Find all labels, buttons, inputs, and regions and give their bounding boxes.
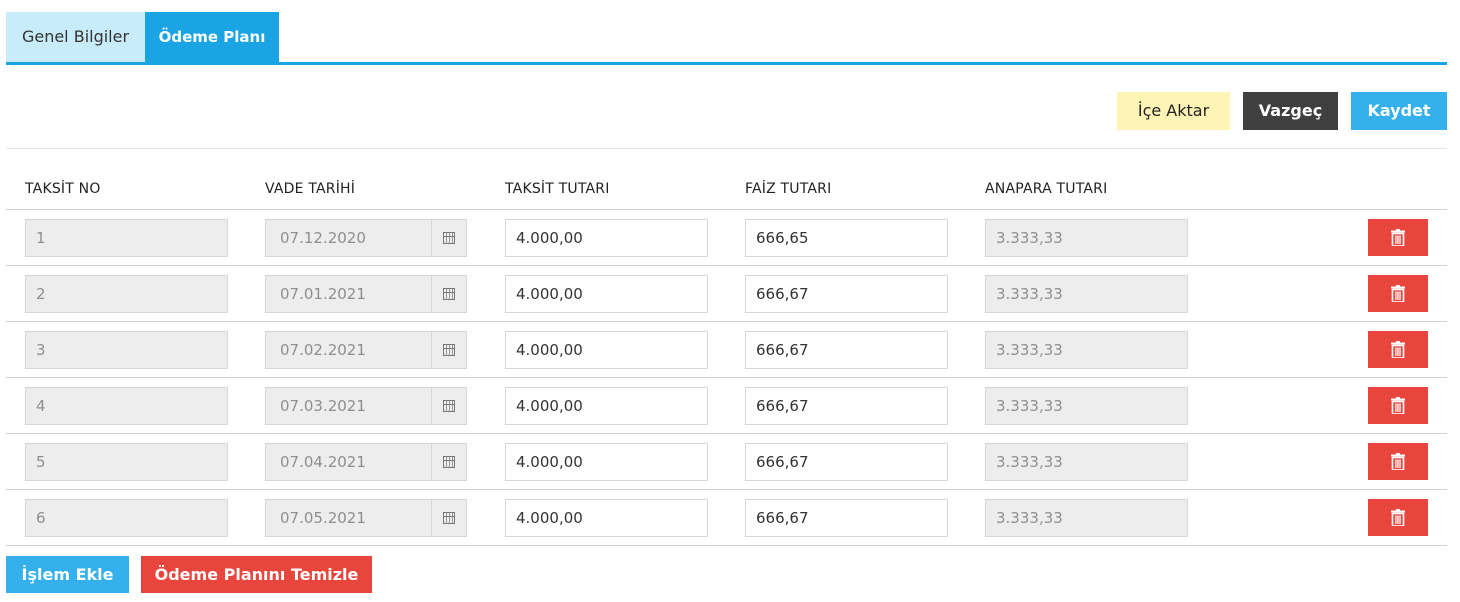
faiz-tutari-input[interactable]: 666,67 [745,331,948,369]
save-button[interactable]: Kaydet [1351,92,1447,130]
date-picker-button[interactable] [431,275,467,313]
date-picker-button[interactable] [431,443,467,481]
vade-tarihi-field[interactable]: 07.04.2021 [265,443,432,481]
anapara-tutari-field: 3.333,33 [985,219,1188,257]
taksit-tutari-input[interactable]: 4.000,00 [505,331,708,369]
tab-bar: Genel Bilgiler Ödeme Planı [6,12,1447,66]
trash-icon [1391,397,1405,414]
table-row: 2 07.01.2021 4.000,00 666,67 3.333,33 [6,266,1447,322]
calendar-icon [443,344,455,356]
vade-tarihi-field[interactable]: 07.12.2020 [265,219,432,257]
anapara-tutari-field: 3.333,33 [985,499,1188,537]
vade-tarihi-field[interactable]: 07.02.2021 [265,331,432,369]
table-row: 1 07.12.2020 4.000,00 666,65 3.333,33 [6,210,1447,266]
taksit-no-field: 2 [25,275,228,313]
calendar-icon [443,456,455,468]
vade-tarihi-field[interactable]: 07.01.2021 [265,275,432,313]
vade-tarihi-field[interactable]: 07.03.2021 [265,387,432,425]
anapara-tutari-field: 3.333,33 [985,443,1188,481]
delete-row-button[interactable] [1368,331,1428,368]
header-taksit-no: TAKSİT NO [25,181,101,197]
tab-genel-bilgiler[interactable]: Genel Bilgiler [6,12,145,62]
anapara-tutari-field: 3.333,33 [985,331,1188,369]
calendar-icon [443,400,455,412]
clear-plan-button[interactable]: Ödeme Planını Temizle [141,556,372,593]
trash-icon [1391,229,1405,246]
calendar-icon [443,288,455,300]
tab-odeme-plani[interactable]: Ödeme Planı [145,12,279,62]
table-row: 5 07.04.2021 4.000,00 666,67 3.333,33 [6,434,1447,490]
tab-underline [6,62,1447,65]
table-row: 6 07.05.2021 4.000,00 666,67 3.333,33 [6,490,1447,546]
faiz-tutari-input[interactable]: 666,67 [745,499,948,537]
taksit-tutari-input[interactable]: 4.000,00 [505,387,708,425]
delete-row-button[interactable] [1368,443,1428,480]
date-picker-button[interactable] [431,331,467,369]
vade-tarihi-field[interactable]: 07.05.2021 [265,499,432,537]
row-divider [6,545,1447,546]
table-row: 4 07.03.2021 4.000,00 666,67 3.333,33 [6,378,1447,434]
anapara-tutari-field: 3.333,33 [985,387,1188,425]
delete-row-button[interactable] [1368,499,1428,536]
header-anapara-tutari: ANAPARA TUTARI [985,181,1108,197]
taksit-tutari-input[interactable]: 4.000,00 [505,443,708,481]
header-vade-tarihi: VADE TARİHİ [265,181,356,197]
taksit-tutari-input[interactable]: 4.000,00 [505,275,708,313]
delete-row-button[interactable] [1368,275,1428,312]
faiz-tutari-input[interactable]: 666,67 [745,443,948,481]
table-row: 3 07.02.2021 4.000,00 666,67 3.333,33 [6,322,1447,378]
taksit-no-field: 5 [25,443,228,481]
delete-row-button[interactable] [1368,387,1428,424]
anapara-tutari-field: 3.333,33 [985,275,1188,313]
date-picker-button[interactable] [431,499,467,537]
taksit-no-field: 6 [25,499,228,537]
divider [6,148,1447,149]
import-button[interactable]: İçe Aktar [1117,92,1230,130]
delete-row-button[interactable] [1368,219,1428,256]
add-item-button[interactable]: İşlem Ekle [6,556,129,593]
taksit-no-field: 4 [25,387,228,425]
cancel-button[interactable]: Vazgeç [1243,92,1338,130]
faiz-tutari-input[interactable]: 666,65 [745,219,948,257]
trash-icon [1391,509,1405,526]
header-faiz-tutari: FAİZ TUTARI [745,181,832,197]
date-picker-button[interactable] [431,387,467,425]
calendar-icon [443,232,455,244]
calendar-icon [443,512,455,524]
date-picker-button[interactable] [431,219,467,257]
trash-icon [1391,341,1405,358]
faiz-tutari-input[interactable]: 666,67 [745,387,948,425]
taksit-no-field: 1 [25,219,228,257]
taksit-tutari-input[interactable]: 4.000,00 [505,499,708,537]
trash-icon [1391,285,1405,302]
faiz-tutari-input[interactable]: 666,67 [745,275,948,313]
taksit-no-field: 3 [25,331,228,369]
taksit-tutari-input[interactable]: 4.000,00 [505,219,708,257]
trash-icon [1391,453,1405,470]
header-taksit-tutari: TAKSİT TUTARI [505,181,610,197]
